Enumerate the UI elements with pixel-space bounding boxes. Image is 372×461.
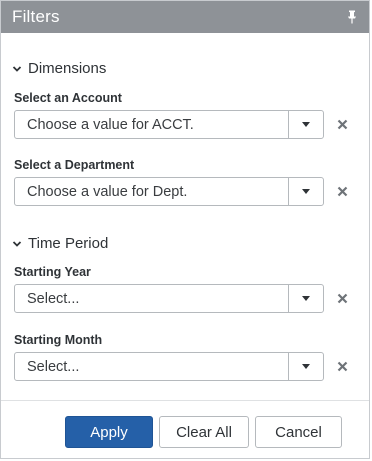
clear-starting-year-icon[interactable] [335,291,349,305]
section-title-dimensions: Dimensions [28,60,107,77]
starting-month-label: Starting Month [14,333,103,347]
section-title-time-period: Time Period [28,235,109,252]
starting-month-select[interactable]: Select... [14,352,324,381]
starting-month-select-value: Select... [27,358,80,375]
panel-title: Filters [12,7,60,26]
starting-year-select[interactable]: Select... [14,284,324,313]
clear-starting-month-icon[interactable] [335,359,349,373]
department-select-value: Choose a value for Dept. [27,183,188,200]
account-select[interactable]: Choose a value for ACCT. [14,110,324,139]
section-toggle-dimensions[interactable]: Dimensions [11,60,106,77]
cancel-button[interactable]: Cancel [255,416,342,448]
clear-all-button[interactable]: Clear All [159,416,249,448]
footer-divider [1,400,369,401]
dropdown-arrow-icon[interactable] [288,353,323,380]
panel-header: Filters [1,1,369,33]
apply-button[interactable]: Apply [65,416,153,448]
department-label: Select a Department [14,158,135,172]
clear-account-icon[interactable] [335,117,349,131]
account-label: Select an Account [14,91,122,105]
department-select[interactable]: Choose a value for Dept. [14,177,324,206]
filters-panel: Filters Dimensions Select an Account Cho… [0,0,370,459]
chevron-down-icon [11,238,23,250]
section-toggle-time-period[interactable]: Time Period [11,235,108,252]
clear-department-icon[interactable] [335,184,349,198]
starting-year-label: Starting Year [14,265,91,279]
starting-year-select-value: Select... [27,290,80,307]
pin-icon[interactable] [345,9,359,25]
dropdown-arrow-icon[interactable] [288,285,323,312]
chevron-down-icon [11,63,23,75]
dropdown-arrow-icon[interactable] [288,111,323,138]
dropdown-arrow-icon[interactable] [288,178,323,205]
account-select-value: Choose a value for ACCT. [27,116,194,133]
